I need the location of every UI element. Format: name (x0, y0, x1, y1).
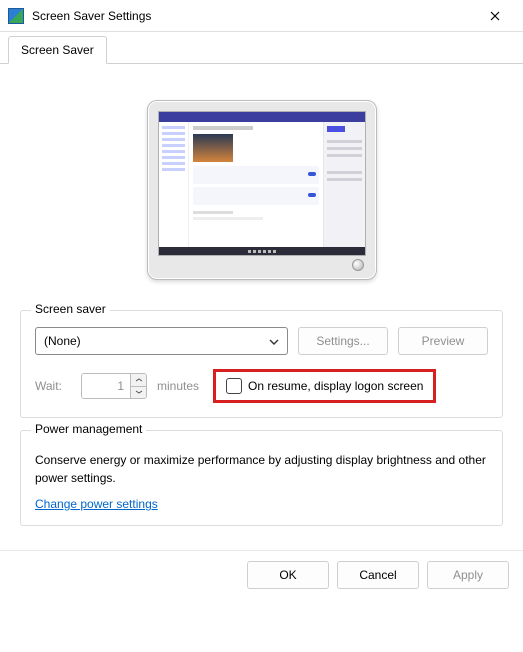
close-icon (490, 11, 500, 21)
wait-down-button[interactable] (131, 387, 146, 399)
on-resume-checkbox[interactable] (226, 378, 242, 394)
power-group-label: Power management (31, 422, 146, 436)
wait-up-button[interactable] (131, 374, 146, 387)
monitor-screen (158, 111, 366, 256)
change-power-settings-link[interactable]: Change power settings (35, 497, 158, 511)
on-resume-label: On resume, display logon screen (248, 379, 423, 393)
close-button[interactable] (475, 2, 515, 30)
screen-saver-select[interactable]: (None) (35, 327, 288, 355)
window-title: Screen Saver Settings (32, 9, 475, 23)
chevron-down-icon (269, 334, 279, 348)
dialog-footer: OK Cancel Apply (0, 550, 523, 599)
tab-content: Screen saver (None) Settings... Preview … (0, 64, 523, 546)
tab-screen-saver[interactable]: Screen Saver (8, 36, 107, 64)
tab-strip: Screen Saver (0, 32, 523, 64)
title-bar: Screen Saver Settings (0, 0, 523, 32)
wait-label: Wait: (35, 379, 71, 393)
wait-input[interactable] (82, 374, 130, 398)
monitor-power-icon (352, 259, 364, 271)
app-icon (8, 8, 24, 24)
settings-button[interactable]: Settings... (298, 327, 388, 355)
monitor-preview (147, 100, 377, 280)
preview-area (20, 80, 503, 310)
screen-saver-group-label: Screen saver (31, 302, 110, 316)
screen-saver-selected: (None) (44, 334, 81, 348)
minutes-label: minutes (157, 379, 199, 393)
power-management-group: Power management Conserve energy or maxi… (20, 430, 503, 526)
wait-spinner[interactable] (81, 373, 147, 399)
ok-button[interactable]: OK (247, 561, 329, 589)
apply-button[interactable]: Apply (427, 561, 509, 589)
cancel-button[interactable]: Cancel (337, 561, 419, 589)
chevron-down-icon (135, 390, 143, 394)
on-resume-highlight: On resume, display logon screen (213, 369, 436, 403)
preview-button[interactable]: Preview (398, 327, 488, 355)
chevron-up-icon (135, 378, 143, 382)
power-description: Conserve energy or maximize performance … (35, 451, 488, 487)
screen-saver-group: Screen saver (None) Settings... Preview … (20, 310, 503, 418)
